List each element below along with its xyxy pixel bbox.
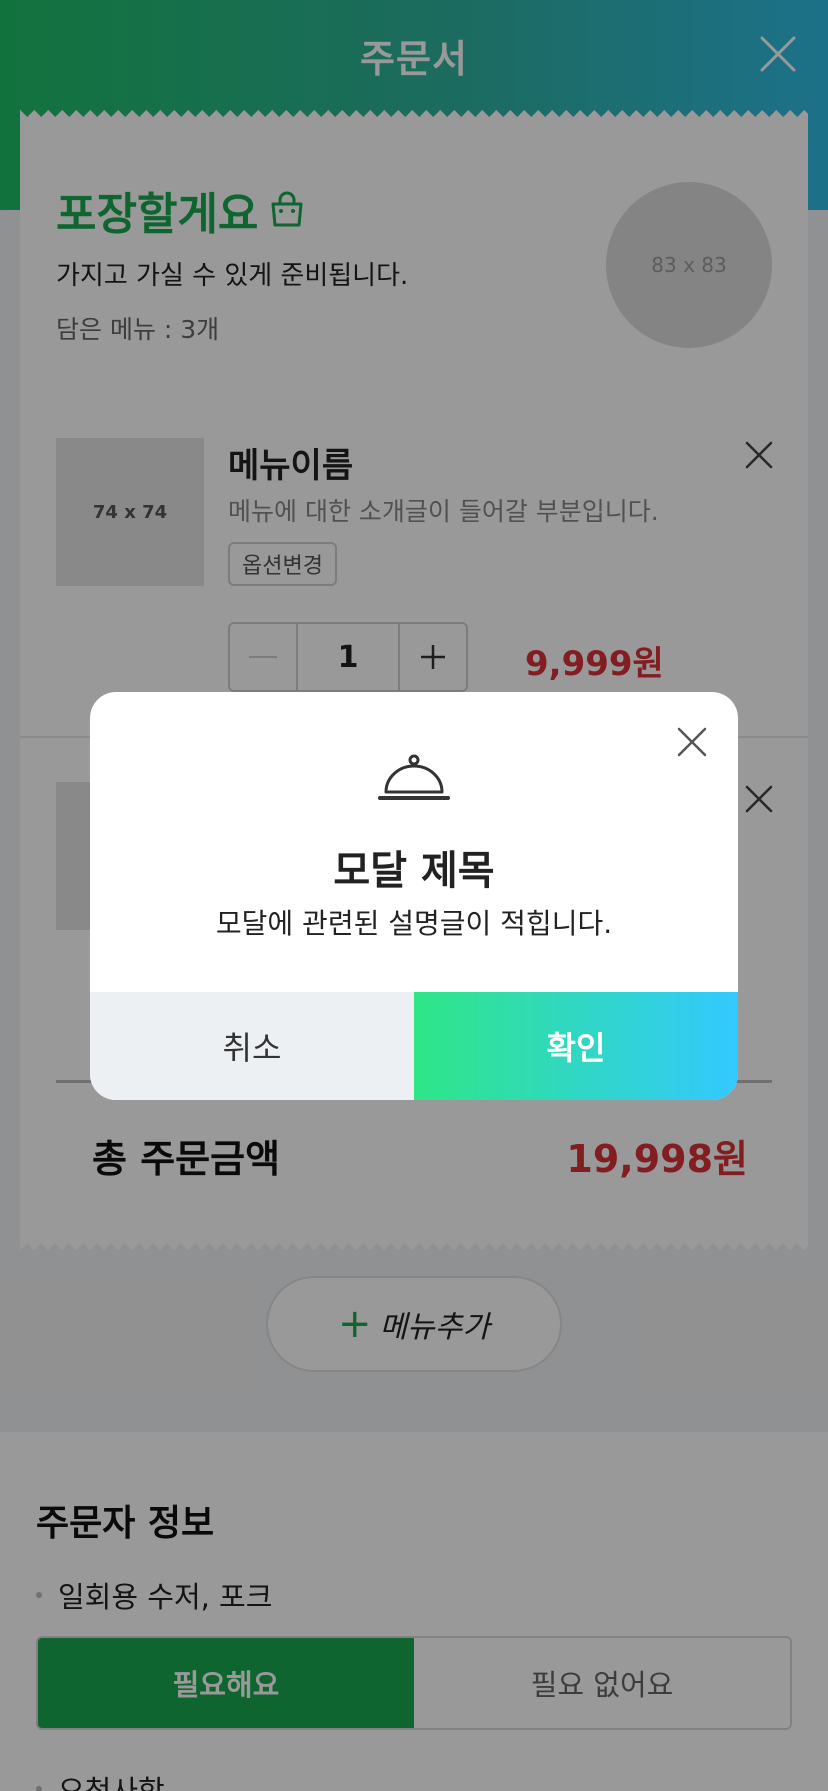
modal-dialog: 모달 제목 모달에 관련된 설명글이 적힙니다. 취소 확인: [90, 692, 738, 1100]
order-sheet-page: 주문서 포장할게요 가지고 가실 수 있게 준비됩니다. 담은 메뉴 : 3개 …: [0, 0, 828, 1791]
close-icon[interactable]: [676, 726, 708, 758]
modal-description: 모달에 관련된 설명글이 적힙니다.: [215, 907, 613, 940]
cancel-button[interactable]: 취소: [90, 992, 414, 1100]
confirm-button[interactable]: 확인: [414, 992, 738, 1100]
modal-actions: 취소 확인: [90, 992, 738, 1100]
modal-title: 모달 제목: [333, 848, 495, 894]
food-cloche-icon: [378, 754, 450, 800]
